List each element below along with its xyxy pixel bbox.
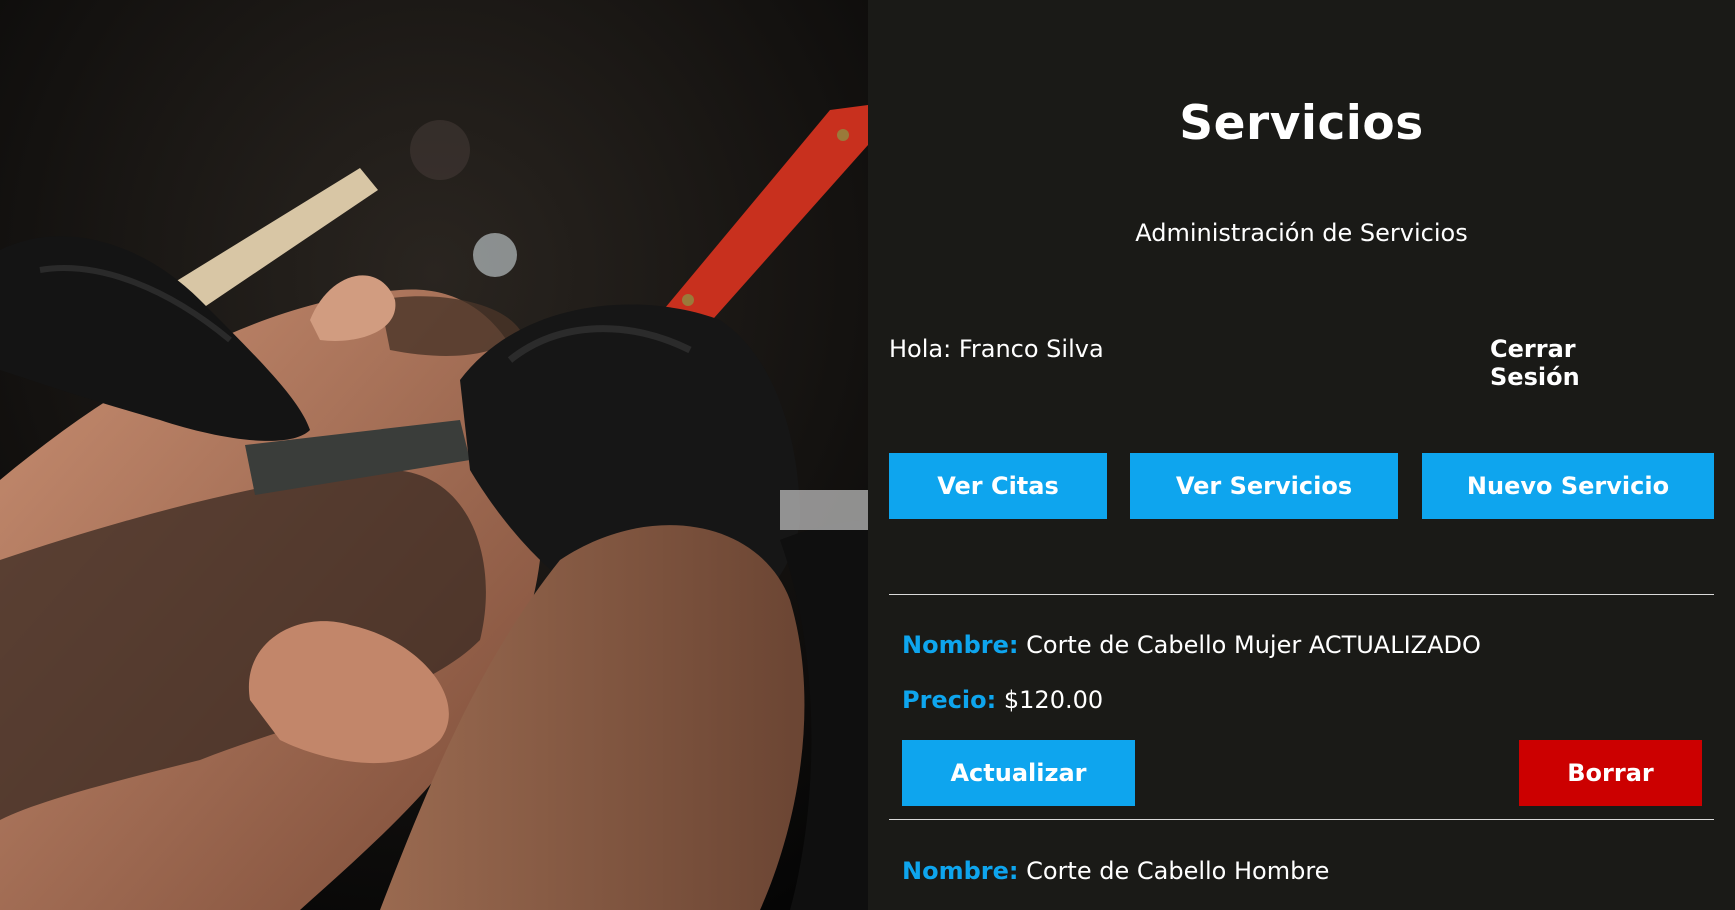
service-name: Nombre: Corte de Cabello Hombre	[902, 857, 1329, 885]
borrar-button[interactable]: Borrar	[1519, 740, 1702, 806]
divider	[889, 819, 1714, 820]
admin-panel: Servicios Administración de Servicios Ho…	[868, 0, 1735, 910]
page-title: Servicios	[1179, 96, 1424, 151]
service-name: Nombre: Corte de Cabello Mujer ACTUALIZA…	[902, 631, 1481, 659]
service-name-label: Nombre:	[902, 631, 1019, 659]
user-greeting: Hola: Franco Silva	[889, 335, 1104, 363]
divider	[889, 594, 1714, 595]
service-price-label: Precio:	[902, 686, 997, 714]
service-name-value: Corte de Cabello Hombre	[1026, 857, 1330, 885]
actualizar-button[interactable]: Actualizar	[902, 740, 1135, 806]
nuevo-servicio-button[interactable]: Nuevo Servicio	[1422, 453, 1714, 519]
service-name-value: Corte de Cabello Mujer ACTUALIZADO	[1026, 631, 1481, 659]
service-price: Precio: $120.00	[902, 686, 1103, 714]
page-subtitle: Administración de Servicios	[1135, 219, 1468, 247]
service-price-value: $120.00	[1003, 686, 1104, 714]
service-name-label: Nombre:	[902, 857, 1019, 885]
hero-barber-image	[0, 0, 868, 910]
ver-servicios-button[interactable]: Ver Servicios	[1130, 453, 1398, 519]
ver-citas-button[interactable]: Ver Citas	[889, 453, 1107, 519]
logout-link[interactable]: Cerrar Sesión	[1490, 335, 1670, 391]
